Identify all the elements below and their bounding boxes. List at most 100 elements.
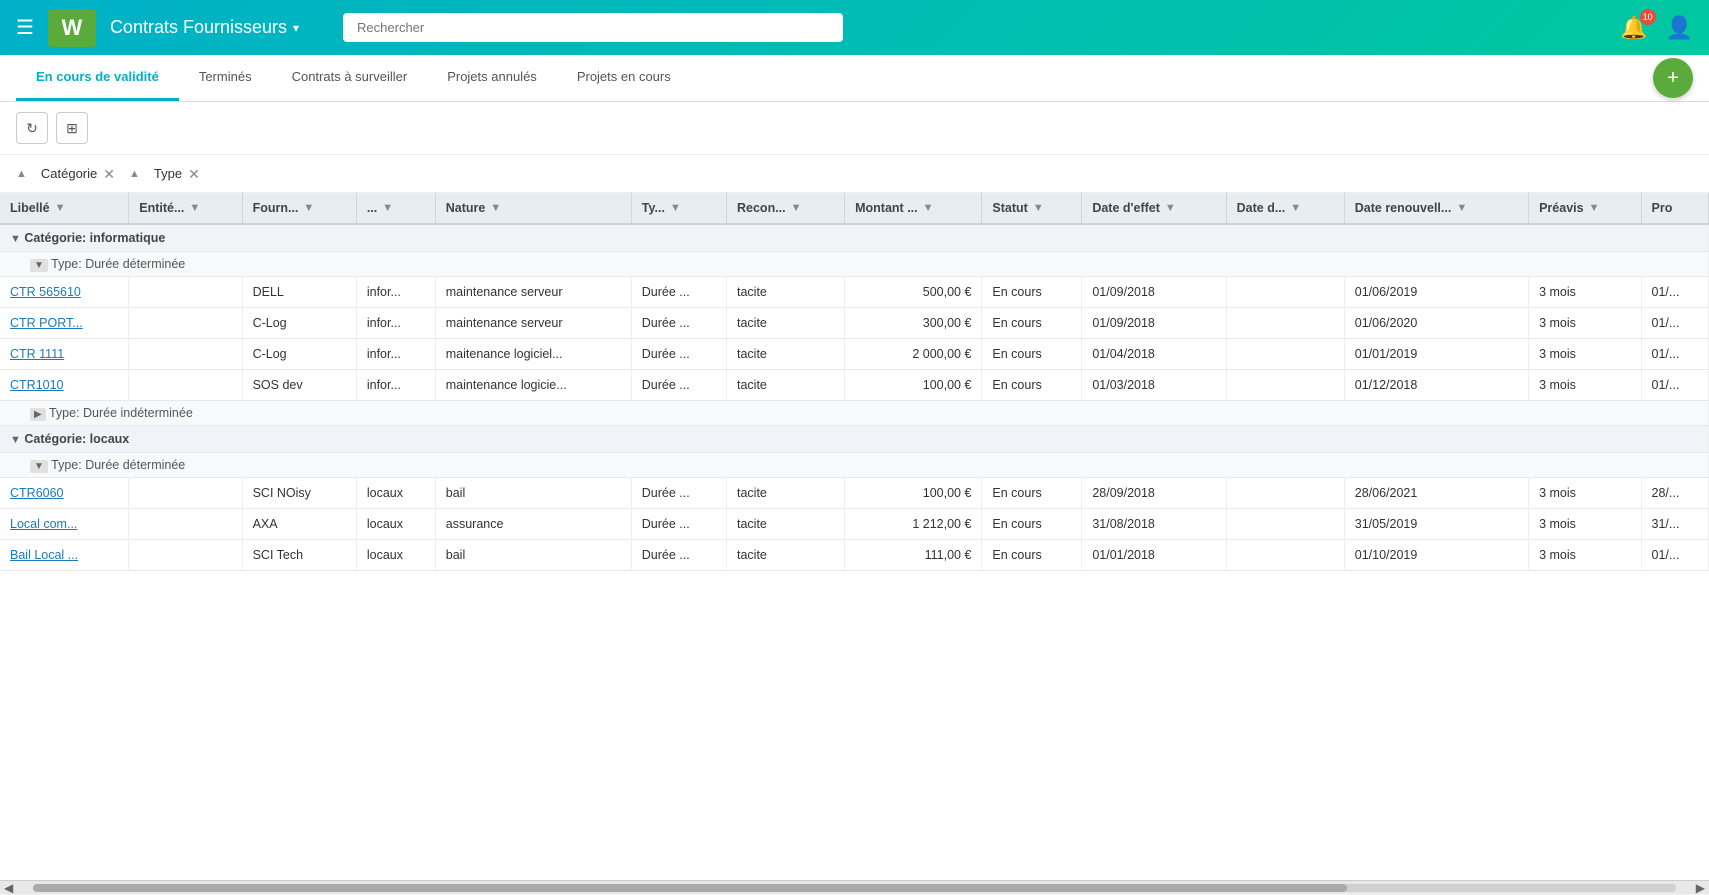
cell-montant: 500,00 € xyxy=(845,277,982,308)
notification-icon[interactable]: 🔔 10 xyxy=(1620,15,1647,41)
cell-date-renouv: 28/06/2021 xyxy=(1344,478,1528,509)
cell-libelle[interactable]: CTR PORT... xyxy=(0,308,129,339)
filter-statut-icon[interactable]: ▼ xyxy=(1033,202,1044,214)
cell-preavis: 3 mois xyxy=(1529,339,1641,370)
filter-extra-icon[interactable]: ▼ xyxy=(382,202,393,214)
cell-preavis: 3 mois xyxy=(1529,308,1641,339)
group-row: ▼ Catégorie: locaux xyxy=(0,426,1709,453)
cell-fournisseur: SCI NOisy xyxy=(242,478,356,509)
cell-recon: tacite xyxy=(727,540,845,571)
cell-entite xyxy=(129,370,242,401)
col-statut: Statut ▼ xyxy=(982,193,1082,224)
filter-date-d-icon[interactable]: ▼ xyxy=(1290,202,1301,214)
group-toggle-icon[interactable]: ▼ xyxy=(10,434,21,446)
dropdown-arrow-icon[interactable]: ▾ xyxy=(293,21,299,35)
filter-fournisseur-icon[interactable]: ▼ xyxy=(303,202,314,214)
toolbar: ↻ ⊞ xyxy=(0,102,1709,155)
filter-date-renouv-icon[interactable]: ▼ xyxy=(1456,202,1467,214)
cell-nature: bail xyxy=(435,540,631,571)
cell-libelle[interactable]: CTR1010 xyxy=(0,370,129,401)
filter-date-effet-icon[interactable]: ▼ xyxy=(1165,202,1176,214)
tab-annules[interactable]: Projets annulés xyxy=(427,55,557,101)
cell-libelle[interactable]: CTR 1111 xyxy=(0,339,129,370)
refresh-button[interactable]: ↻ xyxy=(16,112,48,144)
subgroup-toggle-icon[interactable]: ▶ xyxy=(30,408,46,421)
cell-extra: infor... xyxy=(356,339,435,370)
sort-arrow-icon-2: ▲ xyxy=(129,168,140,180)
cell-date-effet: 01/03/2018 xyxy=(1082,370,1226,401)
col-entite: Entité... ▼ xyxy=(129,193,242,224)
col-recon: Recon... ▼ xyxy=(727,193,845,224)
cell-extra: infor... xyxy=(356,308,435,339)
group-toggle-icon[interactable]: ▼ xyxy=(10,233,21,245)
cell-date-d xyxy=(1226,308,1344,339)
cell-type: Durée ... xyxy=(631,339,726,370)
filter-chip-type-close[interactable]: ✕ xyxy=(188,167,200,181)
filter-chip-categorie-label: Catégorie xyxy=(41,166,97,181)
filter-chip-type[interactable]: Type ✕ xyxy=(150,163,204,184)
filter-chip-categorie[interactable]: Catégorie ✕ xyxy=(37,163,119,184)
col-preavis: Préavis ▼ xyxy=(1529,193,1641,224)
cell-pro: 01/... xyxy=(1641,540,1709,571)
filter-nature-icon[interactable]: ▼ xyxy=(490,202,501,214)
cell-nature: maintenance logicie... xyxy=(435,370,631,401)
cell-montant: 300,00 € xyxy=(845,308,982,339)
cell-date-effet: 01/09/2018 xyxy=(1082,277,1226,308)
cell-type: Durée ... xyxy=(631,540,726,571)
sort-arrow-icon: ▲ xyxy=(16,168,27,180)
cell-fournisseur: DELL xyxy=(242,277,356,308)
tab-en-cours[interactable]: En cours de validité xyxy=(16,55,179,101)
cell-extra: locaux xyxy=(356,509,435,540)
cell-type: Durée ... xyxy=(631,509,726,540)
cell-entite xyxy=(129,540,242,571)
scroll-track[interactable] xyxy=(33,884,1676,892)
col-date-d: Date d... ▼ xyxy=(1226,193,1344,224)
tab-en-cours-proj[interactable]: Projets en cours xyxy=(557,55,691,101)
filter-montant-icon[interactable]: ▼ xyxy=(923,202,934,214)
table-row: CTR1010SOS devinfor...maintenance logici… xyxy=(0,370,1709,401)
cell-preavis: 3 mois xyxy=(1529,540,1641,571)
cell-montant: 1 212,00 € xyxy=(845,509,982,540)
cell-statut: En cours xyxy=(982,277,1082,308)
export-button[interactable]: ⊞ xyxy=(56,112,88,144)
filter-type-icon[interactable]: ▼ xyxy=(670,202,681,214)
cell-nature: maintenance serveur xyxy=(435,277,631,308)
cell-nature: assurance xyxy=(435,509,631,540)
search-input[interactable] xyxy=(343,13,843,42)
filter-recon-icon[interactable]: ▼ xyxy=(791,202,802,214)
subgroup-toggle-icon[interactable]: ▼ xyxy=(30,259,48,272)
cell-type: Durée ... xyxy=(631,277,726,308)
cell-date-renouv: 31/05/2019 xyxy=(1344,509,1528,540)
user-icon[interactable]: 👤 xyxy=(1666,15,1693,41)
group-row: ▼ Catégorie: informatique xyxy=(0,224,1709,252)
cell-libelle[interactable]: CTR 565610 xyxy=(0,277,129,308)
tab-surveiller[interactable]: Contrats à surveiller xyxy=(272,55,428,101)
scroll-right-icon[interactable]: ▶ xyxy=(1696,881,1705,895)
tab-termines[interactable]: Terminés xyxy=(179,55,272,101)
filter-entite-icon[interactable]: ▼ xyxy=(189,202,200,214)
hamburger-menu-icon[interactable]: ☰ xyxy=(16,15,34,40)
cell-nature: bail xyxy=(435,478,631,509)
scroll-thumb[interactable] xyxy=(33,884,1347,892)
header-right: 🔔 10 👤 xyxy=(1620,15,1693,41)
col-pro: Pro xyxy=(1641,193,1709,224)
subgroup-toggle-icon[interactable]: ▼ xyxy=(30,460,48,473)
horizontal-scrollbar[interactable]: ◀ ▶ xyxy=(0,880,1709,894)
cell-date-effet: 01/04/2018 xyxy=(1082,339,1226,370)
cell-libelle[interactable]: Local com... xyxy=(0,509,129,540)
filter-chip-categorie-close[interactable]: ✕ xyxy=(103,167,115,181)
cell-date-renouv: 01/01/2019 xyxy=(1344,339,1528,370)
cell-libelle[interactable]: CTR6060 xyxy=(0,478,129,509)
cell-fournisseur: C-Log xyxy=(242,308,356,339)
cell-extra: locaux xyxy=(356,478,435,509)
filter-libelle-icon[interactable]: ▼ xyxy=(55,202,66,214)
cell-extra: infor... xyxy=(356,370,435,401)
add-fab-button[interactable]: + xyxy=(1653,58,1693,98)
cell-date-effet: 31/08/2018 xyxy=(1082,509,1226,540)
filter-preavis-icon[interactable]: ▼ xyxy=(1589,202,1600,214)
cell-statut: En cours xyxy=(982,509,1082,540)
scroll-left-icon[interactable]: ◀ xyxy=(4,881,13,895)
cell-entite xyxy=(129,478,242,509)
cell-date-d xyxy=(1226,277,1344,308)
cell-libelle[interactable]: Bail Local ... xyxy=(0,540,129,571)
